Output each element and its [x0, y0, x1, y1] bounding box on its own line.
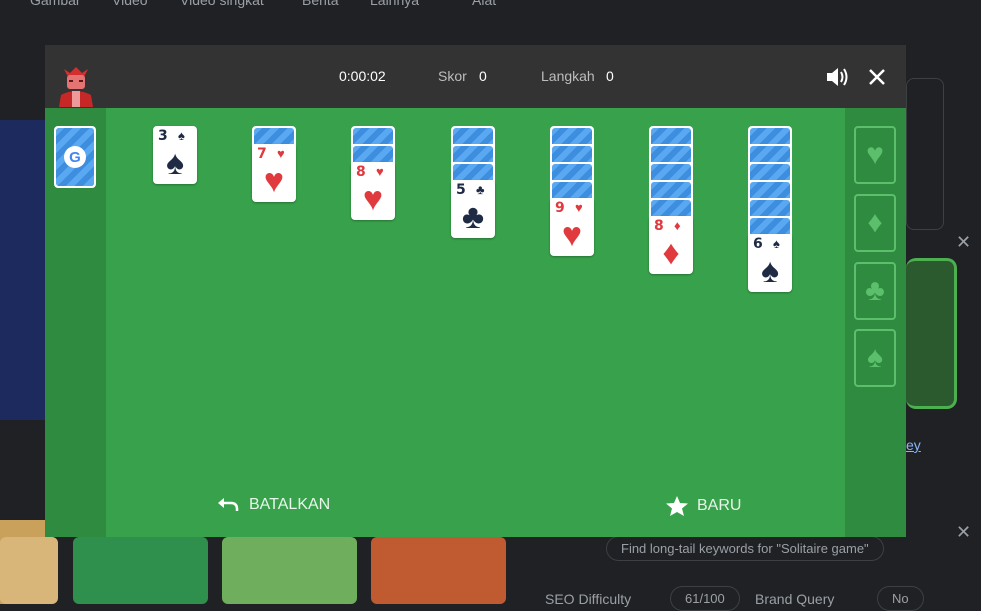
- nav-item-more[interactable]: Lainnya: [370, 0, 419, 8]
- card-suit-large-icon: ♣: [461, 198, 485, 236]
- moves-label: Langkah: [541, 68, 595, 84]
- card-rank: 6: [753, 236, 763, 252]
- seo-difficulty-value: 61/100: [670, 586, 740, 611]
- card-suit-icon: ♣: [476, 182, 485, 197]
- nav-item-tools[interactable]: Alat: [472, 0, 496, 8]
- close-icon[interactable]: ✕: [956, 232, 971, 253]
- stock-column: G: [45, 108, 106, 537]
- thumbnail-image[interactable]: [0, 537, 58, 604]
- heart-icon: ♥: [866, 138, 884, 171]
- close-icon[interactable]: ✕: [956, 522, 971, 543]
- background-image: [0, 120, 45, 420]
- card-suit-icon: ♠: [773, 236, 780, 251]
- card-suit-large-icon: ♥: [561, 216, 583, 254]
- star-icon: [666, 496, 688, 516]
- card-rank: 8: [356, 164, 366, 180]
- card-suit-icon: ♥: [277, 146, 285, 161]
- spade-icon: ♠: [867, 341, 883, 374]
- foundation-diamond[interactable]: ♦: [854, 194, 896, 252]
- stock-pile[interactable]: G: [54, 126, 96, 188]
- card-suit-icon: ♥: [376, 164, 384, 179]
- diamond-icon: ♦: [867, 206, 883, 239]
- undo-icon: [218, 498, 239, 511]
- google-logo-icon: G: [64, 146, 86, 168]
- search-suggestion-pill[interactable]: Find long-tail keywords for "Solitaire g…: [606, 536, 884, 561]
- card-suit-large-icon: ♥: [362, 180, 384, 218]
- background-image: [906, 258, 957, 409]
- card-faceup[interactable]: 6 ♠ ♠: [748, 234, 792, 292]
- foundation-column: ♥ ♦ ♣ ♠: [845, 108, 906, 537]
- brand-query-value: No: [877, 586, 924, 611]
- club-icon: ♣: [865, 274, 885, 307]
- card-suit-large-icon: ♠: [165, 144, 185, 182]
- foundation-club[interactable]: ♣: [854, 262, 896, 320]
- nav-item-videos[interactable]: Video: [112, 0, 148, 8]
- card-rank: 7: [257, 146, 267, 162]
- score-value: 0: [479, 68, 487, 84]
- game-timer: 0:00:02: [339, 68, 386, 84]
- card-faceup[interactable]: 8 ♥ ♥: [351, 162, 395, 220]
- card-rank: 3: [158, 128, 168, 144]
- foundation-heart[interactable]: ♥: [854, 126, 896, 184]
- game-toolbar: 0:00:02 Skor 0 Langkah 0: [45, 45, 906, 108]
- card-faceup[interactable]: 5 ♣ ♣: [451, 180, 495, 238]
- solitaire-game: 0:00:02 Skor 0 Langkah 0 G ♥ ♦ ♣ ♠ 3 ♠ ♠ 7 ♥…: [45, 45, 906, 537]
- score-label: Skor: [438, 68, 467, 84]
- card-faceup[interactable]: 3 ♠ ♠: [153, 126, 197, 184]
- background-link[interactable]: ey: [906, 437, 921, 453]
- thumbnail-image[interactable]: [73, 537, 208, 604]
- card-rank: 9: [555, 200, 565, 216]
- card-suit-icon: ♦: [674, 218, 681, 233]
- card-suit-large-icon: ♦: [662, 234, 680, 272]
- nav-item-news[interactable]: Berita: [302, 0, 339, 8]
- volume-icon[interactable]: [823, 63, 851, 91]
- foundation-spade[interactable]: ♠: [854, 329, 896, 387]
- new-game-label: BARU: [697, 497, 742, 514]
- brand-query-label: Brand Query: [755, 591, 835, 607]
- card-suit-icon: ♥: [575, 200, 583, 215]
- nav-item-short-videos[interactable]: Video singkat: [180, 0, 264, 8]
- card-faceup[interactable]: 9 ♥ ♥: [550, 198, 594, 256]
- new-game-button[interactable]: BARU: [665, 495, 741, 517]
- player-avatar-icon: [59, 67, 93, 107]
- card-suit-large-icon: ♠: [760, 252, 780, 290]
- seo-difficulty-label: SEO Difficulty: [545, 591, 632, 607]
- card-suit-icon: ♠: [178, 128, 185, 143]
- background-card: [906, 78, 944, 230]
- thumbnail-image[interactable]: [371, 537, 506, 604]
- card-rank: 8: [654, 218, 664, 234]
- close-icon[interactable]: [863, 63, 891, 91]
- card-faceup[interactable]: 8 ♦ ♦: [649, 216, 693, 274]
- undo-label: BATALKAN: [249, 496, 331, 513]
- card-suit-large-icon: ♥: [263, 162, 285, 200]
- thumbnail-image[interactable]: [222, 537, 357, 604]
- background-nav: Gambar Video Video singkat Berita Lainny…: [0, 0, 981, 12]
- nav-item-images[interactable]: Gambar: [30, 0, 81, 8]
- undo-button[interactable]: BATALKAN: [217, 495, 330, 515]
- moves-value: 0: [606, 68, 614, 84]
- card-faceup[interactable]: 7 ♥ ♥: [252, 144, 296, 202]
- card-rank: 5: [456, 182, 466, 198]
